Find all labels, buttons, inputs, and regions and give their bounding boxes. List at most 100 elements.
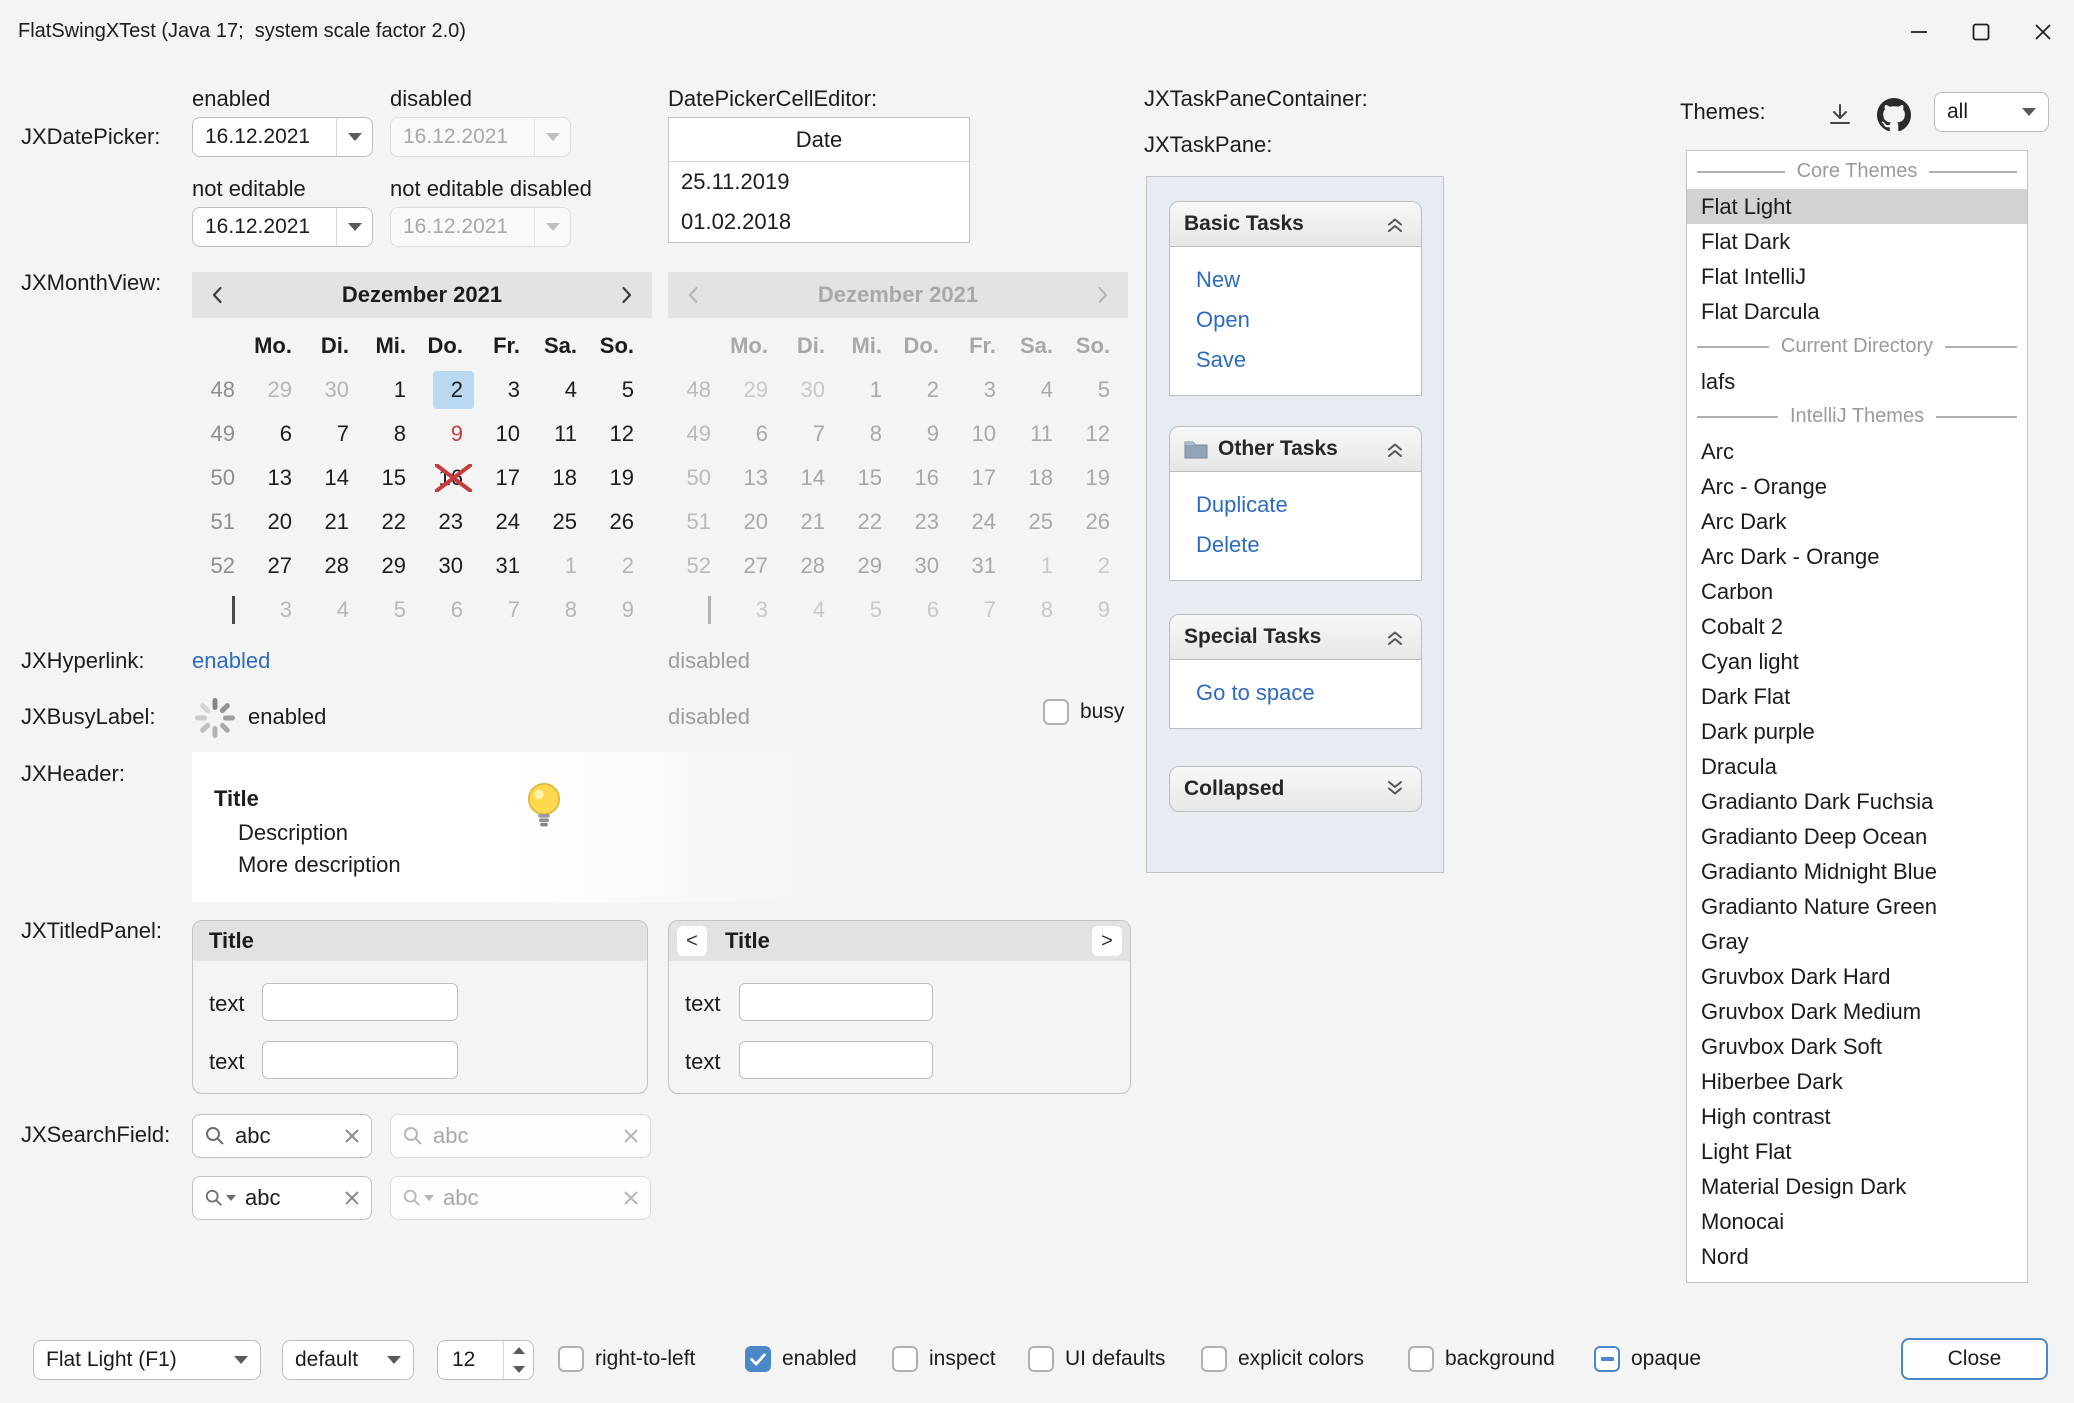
calendar-day[interactable]: 3 xyxy=(249,588,306,632)
calendar-day[interactable]: 26 xyxy=(591,500,648,544)
calendar-day[interactable]: 4 xyxy=(306,588,363,632)
maximize-icon[interactable] xyxy=(1950,0,2012,63)
text-input[interactable] xyxy=(262,1041,458,1079)
style-combobox[interactable]: default xyxy=(282,1340,414,1380)
calendar-day[interactable]: 2 xyxy=(591,544,648,588)
checkbox-box-unchecked[interactable] xyxy=(1028,1346,1054,1372)
calendar-day[interactable]: 14 xyxy=(306,456,363,500)
text-input[interactable] xyxy=(739,983,933,1021)
theme-item-lafs[interactable]: lafs xyxy=(1687,364,2027,399)
table-row[interactable]: 25.11.2019 xyxy=(669,162,969,202)
text-input[interactable] xyxy=(262,983,458,1021)
datepicker-enabled[interactable]: 16.12.2021 xyxy=(192,117,373,157)
datepicker-dropdown-button[interactable] xyxy=(336,208,372,246)
taskpane-link-save[interactable]: Save xyxy=(1170,340,1421,380)
calendar-day[interactable]: 31 xyxy=(477,544,534,588)
chevron-double-up-icon[interactable] xyxy=(1383,212,1407,236)
theme-item-flat-darcula[interactable]: Flat Darcula xyxy=(1687,294,2027,329)
table-column-header[interactable]: Date xyxy=(669,118,969,162)
laf-combobox[interactable]: Flat Light (F1) xyxy=(33,1340,261,1380)
chevron-double-up-icon[interactable] xyxy=(1383,625,1407,649)
calendar-day[interactable]: 15 xyxy=(363,456,420,500)
theme-item-flat-intellij[interactable]: Flat IntelliJ xyxy=(1687,259,2027,294)
calendar-day[interactable]: 2 xyxy=(420,368,477,412)
taskpane-link-duplicate[interactable]: Duplicate xyxy=(1170,485,1421,525)
theme-item-gruvbox-dark-soft[interactable]: Gruvbox Dark Soft xyxy=(1687,1029,2027,1064)
calendar-day[interactable]: 7 xyxy=(306,412,363,456)
theme-item-gradianto-nature-green[interactable]: Gradianto Nature Green xyxy=(1687,889,2027,924)
theme-item-flat-light[interactable]: Flat Light xyxy=(1687,189,2027,224)
download-icon[interactable] xyxy=(1820,95,1860,135)
themes-filter-combobox[interactable]: all xyxy=(1934,92,2049,132)
theme-item-gradianto-deep-ocean[interactable]: Gradianto Deep Ocean xyxy=(1687,819,2027,854)
calendar-day[interactable]: 17 xyxy=(477,456,534,500)
calendar-day[interactable]: 9 xyxy=(591,588,648,632)
checkbox-opaque[interactable]: opaque xyxy=(1594,1346,1701,1372)
search-input[interactable]: abc xyxy=(235,1123,335,1149)
calendar-day[interactable]: 1 xyxy=(363,368,420,412)
search-menu-icon[interactable] xyxy=(204,1188,236,1208)
calendar-day[interactable]: 10 xyxy=(477,412,534,456)
theme-item-material-design-dark[interactable]: Material Design Dark xyxy=(1687,1169,2027,1204)
calendar-day[interactable]: 8 xyxy=(534,588,591,632)
checkbox-right-to-left[interactable]: right-to-left xyxy=(558,1346,695,1372)
checkbox-box-indeterminate[interactable] xyxy=(1594,1346,1620,1372)
calendar-day[interactable]: 19 xyxy=(591,456,648,500)
taskpane-header-other-tasks[interactable]: Other Tasks xyxy=(1169,426,1422,472)
calendar-day[interactable]: 30 xyxy=(306,368,363,412)
chevron-double-up-icon[interactable] xyxy=(1383,437,1407,461)
theme-item-nord[interactable]: Nord xyxy=(1687,1239,2027,1274)
spinner-down-icon[interactable] xyxy=(504,1360,533,1379)
theme-item-arc[interactable]: Arc xyxy=(1687,434,2027,469)
calendar-day[interactable]: 30 xyxy=(420,544,477,588)
calendar-day[interactable]: 1 xyxy=(534,544,591,588)
theme-item-arc-dark[interactable]: Arc Dark xyxy=(1687,504,2027,539)
hyperlink-enabled[interactable]: enabled xyxy=(192,648,270,674)
calendar-day[interactable]: 24 xyxy=(477,500,534,544)
calendar-day[interactable]: 5 xyxy=(591,368,648,412)
search-field[interactable]: abc xyxy=(192,1114,372,1158)
chevron-double-down-icon[interactable] xyxy=(1383,777,1407,801)
checkbox-box-checked[interactable] xyxy=(745,1346,771,1372)
theme-item-gray[interactable]: Gray xyxy=(1687,924,2027,959)
theme-item-hiberbee-dark[interactable]: Hiberbee Dark xyxy=(1687,1064,2027,1099)
theme-item-dark-flat[interactable]: Dark Flat xyxy=(1687,679,2027,714)
theme-item-monocai[interactable]: Monocai xyxy=(1687,1204,2027,1239)
calendar-day[interactable]: 25 xyxy=(534,500,591,544)
theme-item-gruvbox-dark-hard[interactable]: Gruvbox Dark Hard xyxy=(1687,959,2027,994)
calendar-day[interactable]: 12 xyxy=(591,412,648,456)
calendar-day[interactable]: 8 xyxy=(363,412,420,456)
theme-item-gradianto-midnight-blue[interactable]: Gradianto Midnight Blue xyxy=(1687,854,2027,889)
github-icon[interactable] xyxy=(1872,93,1916,137)
theme-item-gradianto-dark-fuchsia[interactable]: Gradianto Dark Fuchsia xyxy=(1687,784,2027,819)
theme-item-gruvbox-dark-medium[interactable]: Gruvbox Dark Medium xyxy=(1687,994,2027,1029)
calendar-day[interactable]: 21 xyxy=(306,500,363,544)
spinner-up-icon[interactable] xyxy=(504,1341,533,1360)
taskpane-link-open[interactable]: Open xyxy=(1170,300,1421,340)
calendar-day[interactable]: 13 xyxy=(249,456,306,500)
calendar-day[interactable]: 7 xyxy=(477,588,534,632)
checkbox-box-unchecked[interactable] xyxy=(558,1346,584,1372)
busy-checkbox[interactable]: busy xyxy=(1043,699,1124,725)
titledpanel-right-button[interactable]: > xyxy=(1092,926,1122,956)
calendar-day[interactable]: 6 xyxy=(249,412,306,456)
checkbox-box-unchecked[interactable] xyxy=(1201,1346,1227,1372)
previous-month-icon[interactable] xyxy=(200,277,236,313)
checkbox-explicit-colors[interactable]: explicit colors xyxy=(1201,1346,1364,1372)
calendar-day[interactable]: 18 xyxy=(534,456,591,500)
close-window-icon[interactable] xyxy=(2012,0,2074,63)
titledpanel-left-button[interactable]: < xyxy=(677,926,707,956)
theme-item-cobalt-2[interactable]: Cobalt 2 xyxy=(1687,609,2027,644)
table-row[interactable]: 01.02.2018 xyxy=(669,202,969,242)
checkbox-unchecked[interactable] xyxy=(1043,699,1069,725)
checkbox-background[interactable]: background xyxy=(1408,1346,1555,1372)
calendar-day[interactable]: 23 xyxy=(420,500,477,544)
font-size-spinner[interactable]: 12 xyxy=(437,1340,534,1380)
calendar-day[interactable]: 9 xyxy=(420,412,477,456)
taskpane-link-delete[interactable]: Delete xyxy=(1170,525,1421,565)
datepicker-value[interactable]: 16.12.2021 xyxy=(193,125,336,149)
calendar-day[interactable]: 29 xyxy=(249,368,306,412)
calendar-day[interactable]: 29 xyxy=(363,544,420,588)
datepicker-not-editable[interactable]: 16.12.2021 xyxy=(192,207,373,247)
taskpane-link-new[interactable]: New xyxy=(1170,260,1421,300)
